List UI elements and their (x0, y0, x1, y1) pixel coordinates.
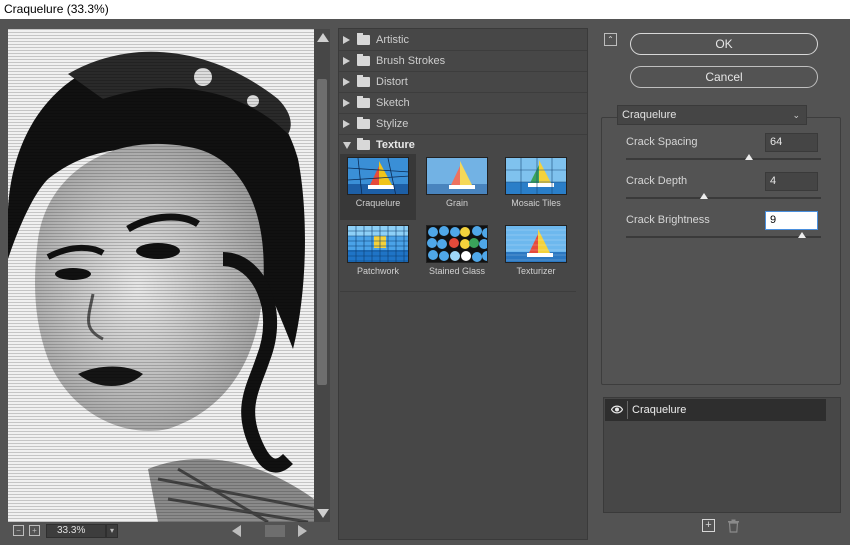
slider-track[interactable] (626, 197, 821, 199)
filter-label: Patchwork (356, 266, 400, 276)
preview-vertical-scrollbar[interactable] (314, 29, 330, 522)
preview-bottom-bar: − + 33.3% ▾ (8, 522, 330, 540)
zoom-out-button[interactable]: − (13, 525, 24, 536)
category-distort[interactable]: Distort (343, 73, 583, 91)
folder-icon (357, 96, 370, 108)
expand-triangle-icon (343, 57, 350, 65)
folder-icon (357, 54, 370, 66)
filter-select[interactable]: Craquelure ⌄ (617, 105, 807, 125)
expand-triangle-icon (343, 99, 350, 107)
effect-layer-label: Craquelure (632, 404, 687, 416)
folder-icon (357, 75, 370, 87)
eye-icon[interactable] (610, 404, 624, 415)
filter-label: Craquelure (355, 198, 401, 208)
filter-select-value: Craquelure (622, 109, 677, 121)
filter-gallery: Artistic Brush Strokes Distort Sketch St… (338, 28, 588, 540)
param-crack-depth: Crack Depth 4 (626, 172, 821, 208)
zoom-field[interactable]: 33.3% (46, 524, 106, 538)
chevron-down-icon: ⌄ (792, 110, 800, 120)
expand-triangle-icon (343, 36, 350, 44)
filter-thumb-patchwork[interactable]: Patchwork (340, 222, 416, 288)
slider-knob[interactable] (700, 193, 708, 199)
filter-thumb-texturizer[interactable]: Texturizer (498, 222, 574, 288)
crack-spacing-input[interactable]: 64 (765, 133, 818, 152)
filter-label: Stained Glass (428, 266, 486, 276)
filter-thumb-craquelure[interactable]: Craquelure (340, 154, 416, 220)
craquelure-thumbnail (347, 157, 409, 195)
effect-layers-panel: Craquelure (603, 397, 841, 513)
ok-button[interactable]: OK (630, 33, 818, 55)
expand-triangle-icon (343, 120, 350, 128)
slider-knob[interactable] (798, 232, 806, 238)
param-label: Crack Depth (626, 175, 688, 187)
filter-thumb-grain[interactable]: Grain (419, 154, 495, 220)
scroll-down-icon[interactable] (317, 509, 329, 518)
effect-layer-row[interactable]: Craquelure (605, 399, 826, 421)
grain-thumbnail (426, 157, 488, 195)
filter-thumb-stained-glass[interactable]: Stained Glass (419, 222, 495, 288)
new-layer-icon[interactable]: + (702, 519, 715, 532)
category-texture[interactable]: Texture (343, 136, 583, 154)
filter-label: Texturizer (516, 266, 556, 276)
category-label: Texture (376, 139, 415, 151)
crack-brightness-input[interactable]: 9 (765, 211, 818, 230)
slider-knob[interactable] (745, 154, 753, 160)
horizontal-scroll-thumb[interactable] (265, 525, 285, 537)
patchwork-thumbnail (347, 225, 409, 263)
param-crack-brightness: Crack Brightness 9 (626, 211, 821, 247)
crack-depth-input[interactable]: 4 (765, 172, 818, 191)
category-label: Artistic (376, 34, 409, 46)
cancel-button[interactable]: Cancel (630, 66, 818, 88)
scroll-thumb[interactable] (317, 79, 327, 385)
slider-track[interactable] (626, 236, 821, 238)
folder-icon (357, 33, 370, 45)
category-sketch[interactable]: Sketch (343, 94, 583, 112)
preview-image (8, 29, 314, 522)
param-label: Crack Spacing (626, 136, 698, 148)
preview-canvas[interactable] (8, 29, 314, 522)
zoom-in-button[interactable]: + (29, 525, 40, 536)
category-label: Distort (376, 76, 408, 88)
param-crack-spacing: Crack Spacing 64 (626, 133, 821, 169)
trash-icon[interactable] (727, 519, 740, 533)
folder-icon (357, 138, 370, 150)
collapse-icon[interactable]: ⌃ (604, 33, 617, 46)
category-label: Sketch (376, 97, 410, 109)
category-brush-strokes[interactable]: Brush Strokes (343, 52, 583, 70)
category-label: Stylize (376, 118, 409, 130)
mosaic-tiles-thumbnail (505, 157, 567, 195)
filter-label: Mosaic Tiles (511, 198, 561, 208)
folder-icon (357, 117, 370, 129)
filter-label: Grain (445, 198, 468, 208)
scroll-up-icon[interactable] (317, 33, 329, 42)
scroll-right-icon[interactable] (298, 525, 307, 537)
zoom-dropdown[interactable]: ▾ (106, 524, 118, 538)
category-artistic[interactable]: Artistic (343, 31, 583, 49)
expand-triangle-icon (343, 78, 350, 86)
filter-thumb-mosaic-tiles[interactable]: Mosaic Tiles (498, 154, 574, 220)
category-stylize[interactable]: Stylize (343, 115, 583, 133)
window-title: Craquelure (33.3%) (0, 0, 850, 19)
category-label: Brush Strokes (376, 55, 446, 67)
slider-track[interactable] (626, 158, 821, 160)
collapse-triangle-icon (343, 142, 351, 149)
texturizer-thumbnail (505, 225, 567, 263)
stained-glass-thumbnail (426, 225, 488, 263)
scroll-left-icon[interactable] (232, 525, 241, 537)
param-label: Crack Brightness (626, 214, 710, 226)
